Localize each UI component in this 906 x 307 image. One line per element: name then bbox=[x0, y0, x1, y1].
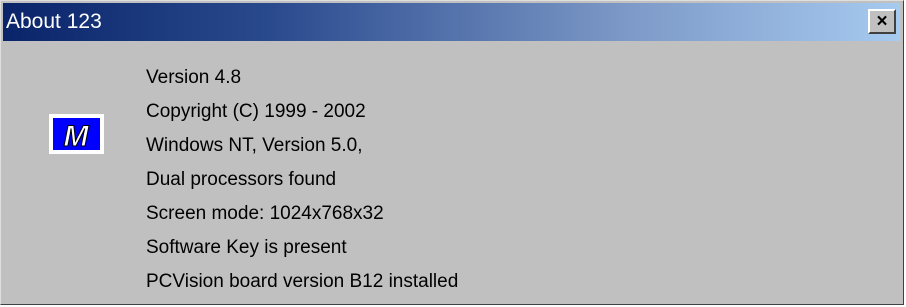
version-info-list: Version 4.8 Copyright (C) 1999 - 2002 Wi… bbox=[146, 61, 458, 299]
info-copyright: Copyright (C) 1999 - 2002 bbox=[146, 101, 366, 122]
info-software-key: Software Key is present bbox=[146, 237, 347, 258]
title-bar[interactable]: About 123 × bbox=[3, 3, 900, 41]
m-logo-icon: M bbox=[49, 114, 104, 154]
info-os: Windows NT, Version 5.0, bbox=[146, 135, 363, 156]
about-dialog: About 123 × M Version 4.8 Copyright (C) … bbox=[0, 0, 904, 305]
app-logo: M bbox=[49, 114, 104, 154]
info-screen-mode: Screen mode: 1024x768x32 bbox=[146, 203, 384, 224]
info-board-version: PCVision board version B12 installed bbox=[146, 271, 459, 292]
logo-letter: M bbox=[64, 120, 90, 153]
info-processors: Dual processors found bbox=[146, 169, 337, 190]
window-title: About 123 bbox=[6, 10, 102, 33]
info-version: Version 4.8 bbox=[146, 67, 242, 88]
close-icon: × bbox=[876, 11, 888, 32]
close-button[interactable]: × bbox=[868, 9, 896, 34]
